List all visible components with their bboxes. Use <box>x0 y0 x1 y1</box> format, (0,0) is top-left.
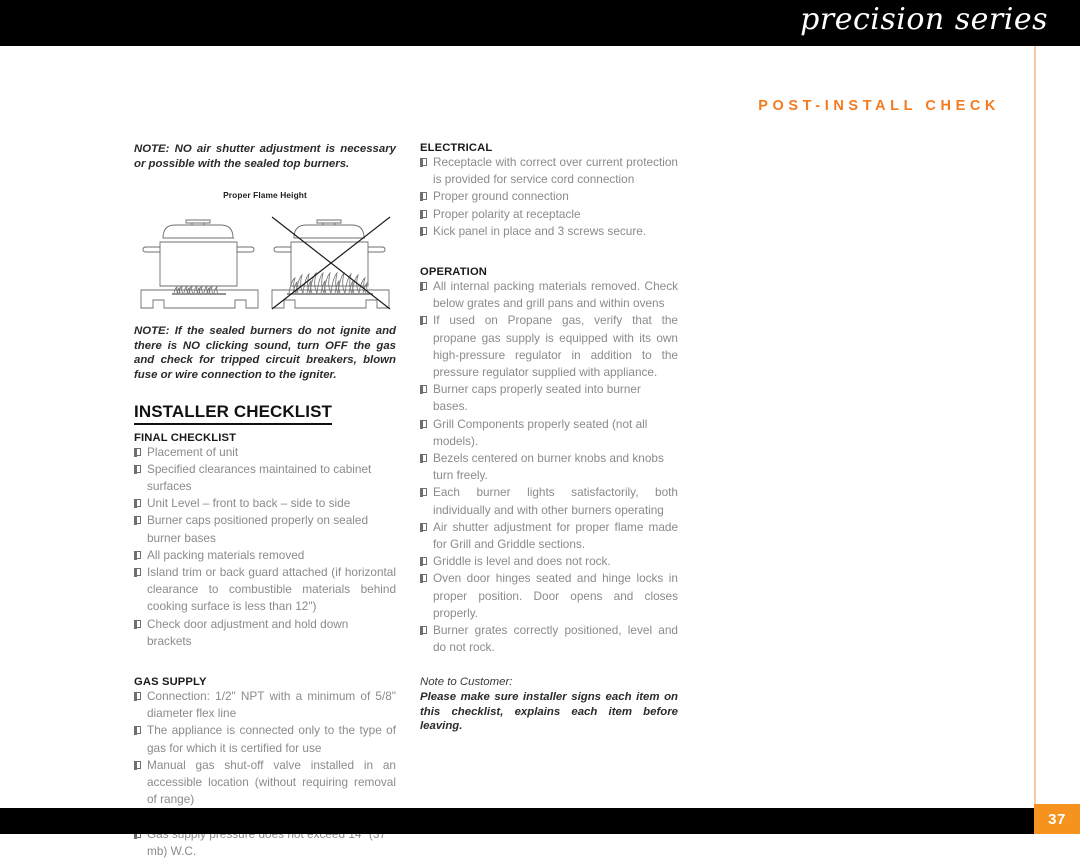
checkbox-icon[interactable] <box>420 192 427 202</box>
checkbox-icon[interactable] <box>420 209 427 219</box>
checkbox-icon[interactable] <box>420 316 427 326</box>
correct-burner-illustration <box>140 219 259 309</box>
checkbox-icon[interactable] <box>420 522 427 532</box>
checkbox-icon[interactable] <box>420 282 427 292</box>
flame-height-figure: Proper Flame Height <box>134 190 396 311</box>
checklist-item-label: All packing materials removed <box>147 547 305 562</box>
checklist-item[interactable]: Oven door hinges seated and hinge locks … <box>420 570 678 622</box>
checklist-item-label: Island trim or back guard attached (if h… <box>147 564 396 614</box>
checklist-item[interactable]: Kick panel in place and 3 screws secure. <box>420 223 678 240</box>
checkbox-icon[interactable] <box>134 550 141 560</box>
checklist-item-label: Burner caps positioned properly on seale… <box>147 513 369 545</box>
final-checklist-list: Placement of unit Specified clearances m… <box>134 444 396 650</box>
checklist-item[interactable]: All internal packing materials removed. … <box>420 278 678 312</box>
checklist-item-label: Proper ground connection <box>433 189 569 204</box>
checklist-item[interactable]: Griddle is level and does not rock. <box>420 553 678 570</box>
checkbox-icon[interactable] <box>134 447 141 457</box>
checklist-item[interactable]: Placement of unit <box>134 444 396 461</box>
checkbox-icon[interactable] <box>420 158 427 167</box>
checkbox-icon[interactable] <box>134 692 141 701</box>
operation-list: All internal packing materials removed. … <box>420 278 678 656</box>
checklist-item[interactable]: Bezels centered on burner knobs and knob… <box>420 450 678 484</box>
note-ignition: NOTE: If the sealed burners do not ignit… <box>134 325 396 381</box>
page-number-badge: 37 <box>1034 804 1080 834</box>
checklist-item[interactable]: If used on Propane gas, verify that the … <box>420 312 678 381</box>
checklist-item-label: Burner grates correctly positioned, leve… <box>433 623 678 655</box>
checklist-item[interactable]: Check door adjustment and hold down brac… <box>134 616 396 650</box>
checkbox-icon[interactable] <box>134 464 141 474</box>
checklist-item[interactable]: Proper polarity at receptacle <box>420 206 678 223</box>
checklist-item[interactable]: Manual gas shut-off valve installed in a… <box>134 757 396 809</box>
right-accent-rule <box>1034 46 1036 808</box>
electrical-list: Receptacle with correct over current pro… <box>420 154 678 240</box>
checklist-item-label: Receptacle with correct over current pro… <box>433 155 678 187</box>
checklist-item-label: Air shutter adjustment for proper flame … <box>433 519 678 552</box>
checkbox-icon[interactable] <box>134 516 141 526</box>
right-column: ELECTRICAL Receptacle with correct over … <box>420 142 678 734</box>
checkbox-icon[interactable] <box>420 557 427 567</box>
gas-supply-list: Connection: 1/2" NPT with a minimum of 5… <box>134 688 396 860</box>
checklist-item-label: Grill Components properly seated (not al… <box>433 416 648 448</box>
checklist-item-label: Bezels centered on burner knobs and knob… <box>433 451 664 483</box>
checkbox-icon[interactable] <box>134 619 141 629</box>
checklist-item[interactable]: The appliance is connected only to the t… <box>134 722 396 756</box>
checklist-item[interactable]: Proper ground connection <box>420 188 678 205</box>
checklist-item[interactable]: Connection: 1/2" NPT with a minimum of 5… <box>134 688 396 722</box>
checklist-item[interactable]: Burner grates correctly positioned, leve… <box>420 622 678 656</box>
checkbox-icon[interactable] <box>134 499 141 509</box>
installer-checklist-heading: INSTALLER CHECKLIST <box>134 402 333 425</box>
checklist-item-label: Check door adjustment and hold down brac… <box>147 616 349 648</box>
checkbox-icon[interactable] <box>420 226 427 236</box>
checklist-item[interactable]: Burner caps positioned properly on seale… <box>134 512 396 546</box>
gas-supply-title: GAS SUPPLY <box>134 676 207 688</box>
figure-caption: Proper Flame Height <box>223 190 307 201</box>
checklist-item[interactable]: Receptacle with correct over current pro… <box>420 154 678 188</box>
flame-diagram-svg <box>140 216 391 310</box>
checklist-item[interactable]: Unit Level – front to back – side to sid… <box>134 495 396 512</box>
customer-note-label: Note to Customer: <box>420 676 513 689</box>
bottom-black-banner <box>0 808 1080 834</box>
checkbox-icon[interactable] <box>420 419 427 429</box>
checkbox-icon[interactable] <box>134 760 141 770</box>
note-air-shutter: NOTE: NO air shutter adjustment is neces… <box>134 143 396 170</box>
checklist-item[interactable]: All packing materials removed <box>134 547 396 564</box>
checklist-item-label: All internal packing materials removed. … <box>433 279 678 311</box>
checklist-item-label: Manual gas shut-off valve installed in a… <box>147 757 396 807</box>
incorrect-cross-mark <box>271 216 391 310</box>
final-checklist-title: FINAL CHECKLIST <box>134 431 237 444</box>
checkbox-icon[interactable] <box>134 726 141 736</box>
checklist-item-label: Each burner lights satisfactorily, both … <box>433 485 678 517</box>
checklist-item-label: Griddle is level and does not rock. <box>433 554 611 569</box>
checklist-item[interactable]: Burner caps properly seated into burner … <box>420 381 678 415</box>
left-column: NOTE: NO air shutter adjustment is neces… <box>134 142 396 860</box>
checklist-item[interactable]: Island trim or back guard attached (if h… <box>134 564 396 616</box>
checklist-item-label: The appliance is connected only to the t… <box>147 723 396 755</box>
checklist-item-label: Unit Level – front to back – side to sid… <box>147 496 351 511</box>
brand-logo: precision series <box>800 2 1048 37</box>
checklist-item-label: Burner caps properly seated into burner … <box>433 382 641 414</box>
checkbox-icon[interactable] <box>420 574 427 584</box>
checklist-item[interactable]: Air shutter adjustment for proper flame … <box>420 519 678 553</box>
checkbox-icon[interactable] <box>420 454 427 464</box>
checklist-item-label: Kick panel in place and 3 screws secure. <box>433 223 647 238</box>
checklist-item-label: Oven door hinges seated and hinge locks … <box>433 571 678 620</box>
customer-note-body: Please make sure installer signs each it… <box>420 691 678 733</box>
checklist-item-label: Placement of unit <box>147 444 239 459</box>
checklist-item[interactable]: Specified clearances maintained to cabin… <box>134 461 396 495</box>
checkbox-icon[interactable] <box>420 385 427 395</box>
checkbox-icon[interactable] <box>420 488 427 498</box>
checklist-item-label: If used on Propane gas, verify that the … <box>433 313 678 380</box>
page-title: POST-INSTALL CHECK <box>758 98 1000 114</box>
checklist-item-label: Proper polarity at receptacle <box>433 206 581 221</box>
checkbox-icon[interactable] <box>420 626 427 636</box>
checkbox-icon[interactable] <box>134 567 141 577</box>
checklist-item[interactable]: Each burner lights satisfactorily, both … <box>420 484 678 518</box>
electrical-title: ELECTRICAL <box>420 142 493 154</box>
checklist-item-label: Connection: 1/2" NPT with a minimum of 5… <box>147 689 396 721</box>
operation-title: OPERATION <box>420 266 488 279</box>
checklist-item[interactable]: Grill Components properly seated (not al… <box>420 416 678 450</box>
checklist-item-label: Specified clearances maintained to cabin… <box>147 461 372 493</box>
